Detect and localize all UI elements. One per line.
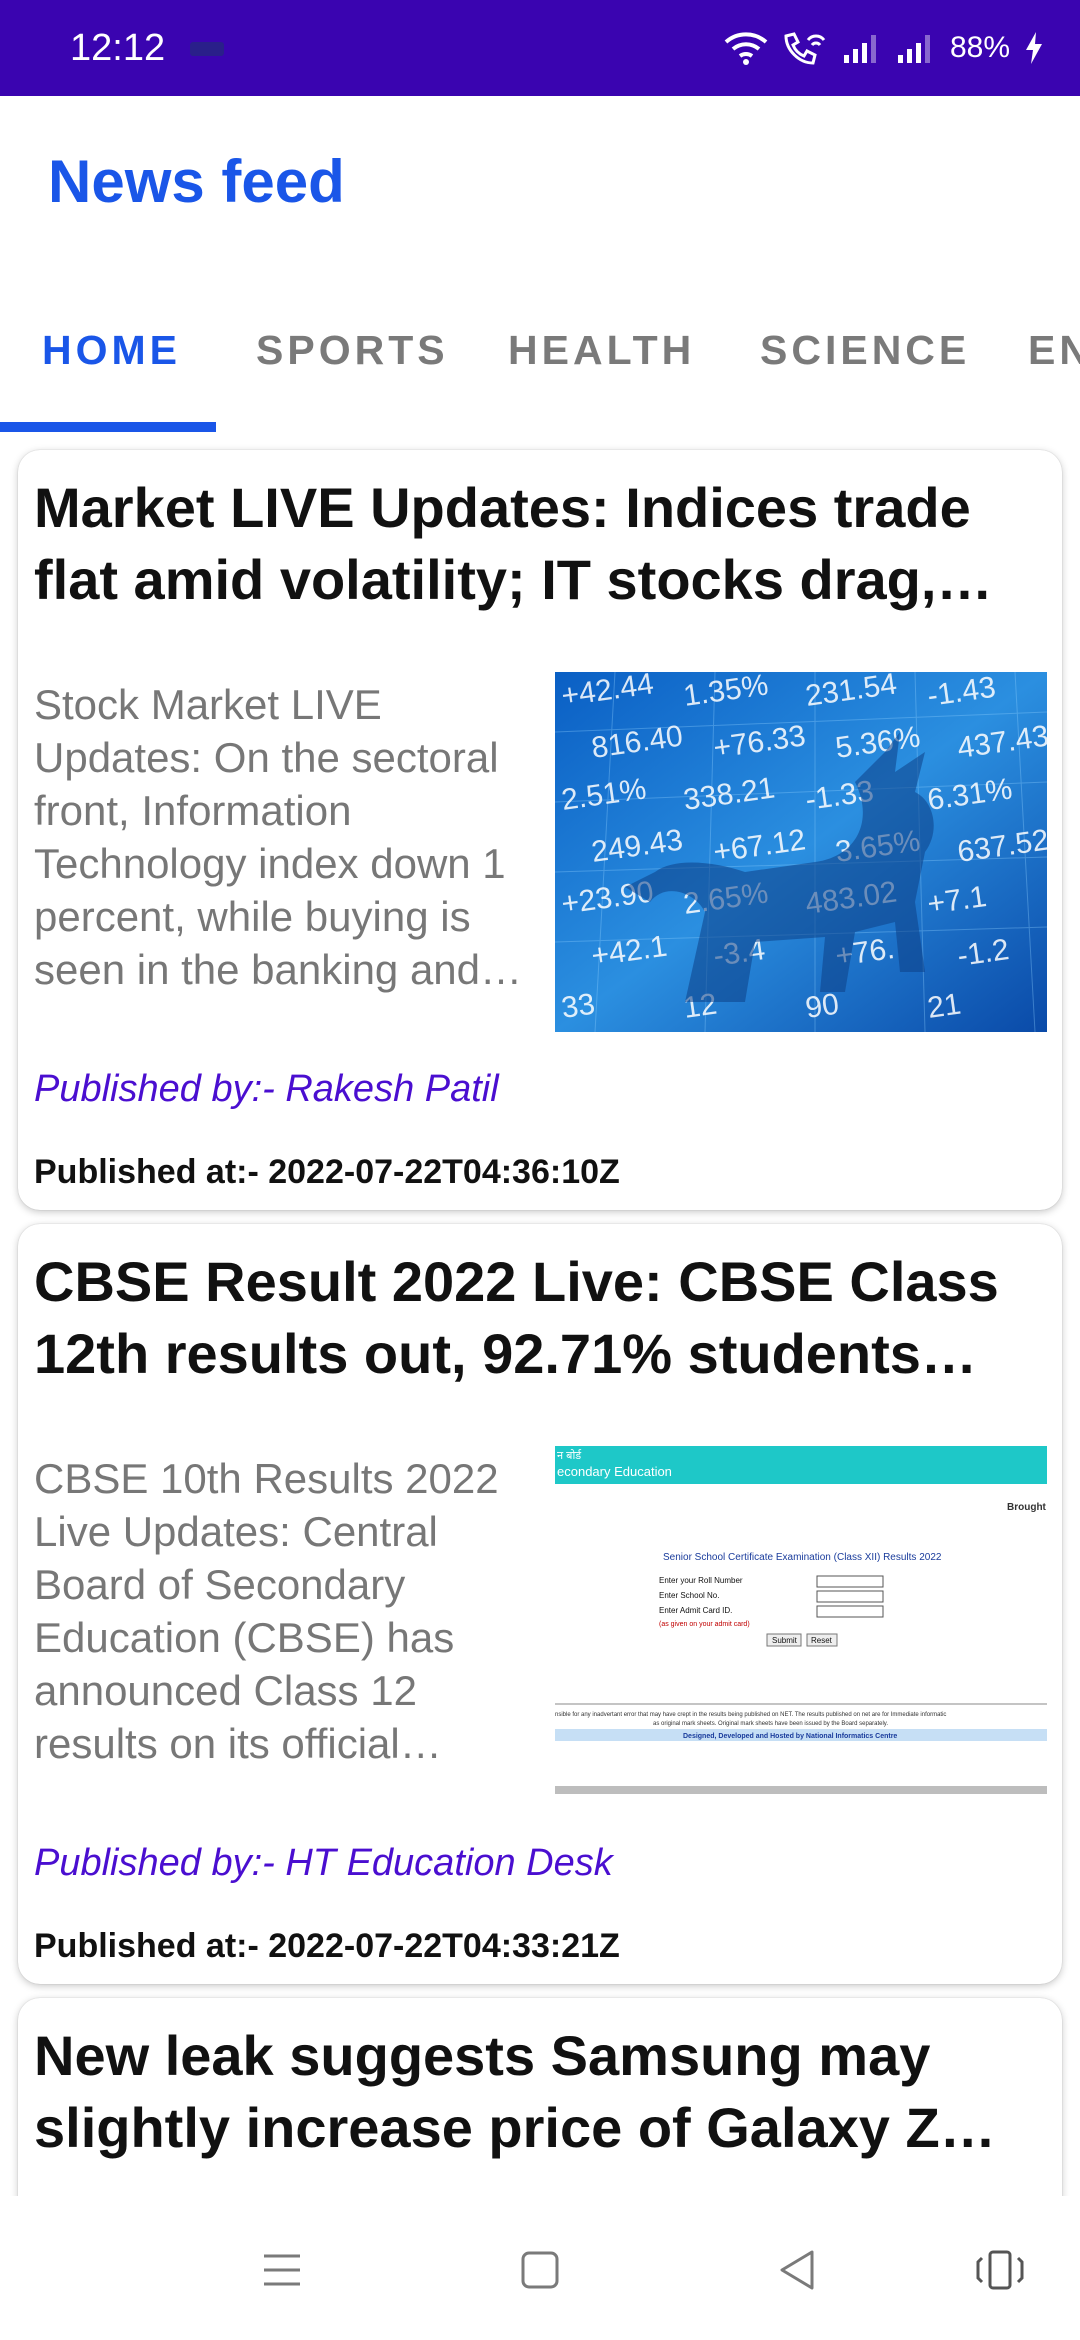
menu-icon[interactable] — [252, 2240, 312, 2300]
ticker-number: 33 — [559, 988, 597, 1025]
svg-text:Enter School No.: Enter School No. — [659, 1591, 719, 1600]
svg-text:Senior School Certificate Exam: Senior School Certificate Examination (C… — [663, 1552, 942, 1563]
article-description: Stock Market LIVE Updates: On the sector… — [34, 681, 506, 993]
wifi-calling-icon — [782, 30, 828, 66]
wifi-icon — [724, 30, 768, 66]
svg-text:Brought t: Brought t — [1007, 1502, 1047, 1513]
news-card[interactable]: CBSE Result 2022 Live: CBSE Class 12th r… — [18, 1224, 1062, 1984]
signal-icon — [896, 31, 936, 65]
svg-text:Reset: Reset — [811, 1636, 833, 1645]
signal-icon — [842, 31, 882, 65]
svg-text:Submit: Submit — [772, 1636, 798, 1645]
cbse-results-screenshot: न बोर्ड econdary Education Brought t Sen… — [555, 1446, 1047, 1806]
status-time: 12:12 — [70, 27, 166, 69]
tab-sports[interactable]: SPORTS — [256, 318, 449, 422]
svg-text:Designed, Developed and Hosted: Designed, Developed and Hosted by Nation… — [683, 1733, 897, 1740]
notification-icon — [190, 42, 224, 56]
svg-text:nsible for any inadvertant err: nsible for any inadvertant error that ma… — [555, 1712, 946, 1718]
article-date: Published at:- 2022-07-22T04:36:10Z — [34, 1153, 620, 1191]
screen-toggle-icon[interactable] — [970, 2240, 1030, 2300]
article-author: Published by:- HT Education Desk — [34, 1842, 613, 1884]
system-nav-bar — [0, 2196, 1080, 2340]
svg-text:Enter Admit Card ID.: Enter Admit Card ID. — [659, 1606, 732, 1615]
ticker-number: 21 — [925, 988, 963, 1025]
news-card[interactable]: Market LIVE Updates: Indices trade flat … — [18, 450, 1062, 1210]
charging-icon — [1024, 31, 1044, 65]
article-title: New leak suggests Samsung may slightly i… — [34, 2024, 940, 2159]
back-triangle-icon[interactable] — [768, 2240, 828, 2300]
stock-market-image: +42.44 1.35% 231.54 -1.43816.40 +76.33 5.36% 4… — [555, 672, 1047, 1032]
svg-text:(as given on your admit card): (as given on your admit card) — [659, 1621, 750, 1628]
tab-home[interactable]: HOME — [42, 318, 181, 422]
article-image: +42.44 1.35% 231.54 -1.43 816.40 +76.33 5.36% 4… — [555, 672, 1047, 1032]
tab-entertainment[interactable]: ENTERTAINMENT — [1028, 318, 1080, 422]
status-icons: 88% — [724, 22, 1044, 74]
svg-text:econdary Education: econdary Education — [557, 1464, 672, 1479]
tab-health[interactable]: HEALTH — [508, 318, 695, 422]
article-image: न बोर्ड econdary Education Brought t Sen… — [555, 1446, 1047, 1806]
article-title: Market LIVE Updates: Indices trade flat … — [34, 476, 971, 611]
category-tabs: HOME SPORTS HEALTH SCIENCE ENTERTAINMENT — [0, 318, 1080, 434]
app-title: News feed — [48, 148, 345, 215]
ticker-number: 90 — [803, 988, 841, 1025]
svg-text:न बोर्ड: न बोर्ड — [557, 1449, 582, 1462]
svg-text:Enter your Roll Number: Enter your Roll Number — [659, 1576, 743, 1585]
tab-indicator — [0, 422, 216, 432]
svg-text:as original mark sheets. Origi: as original mark sheets. Original mark s… — [653, 1721, 888, 1727]
status-bar: 12:12 88% — [0, 0, 1080, 96]
article-description: CBSE 10th Results 2022 Live Updates: Cen… — [34, 1455, 499, 1767]
battery-level: 88% — [949, 31, 1010, 64]
tab-science[interactable]: SCIENCE — [760, 318, 970, 422]
home-square-icon[interactable] — [510, 2240, 570, 2300]
article-title: CBSE Result 2022 Live: CBSE Class 12th r… — [34, 1250, 999, 1385]
article-author: Published by:- Rakesh Patil — [34, 1068, 499, 1110]
article-date: Published at:- 2022-07-22T04:33:21Z — [34, 1927, 620, 1965]
